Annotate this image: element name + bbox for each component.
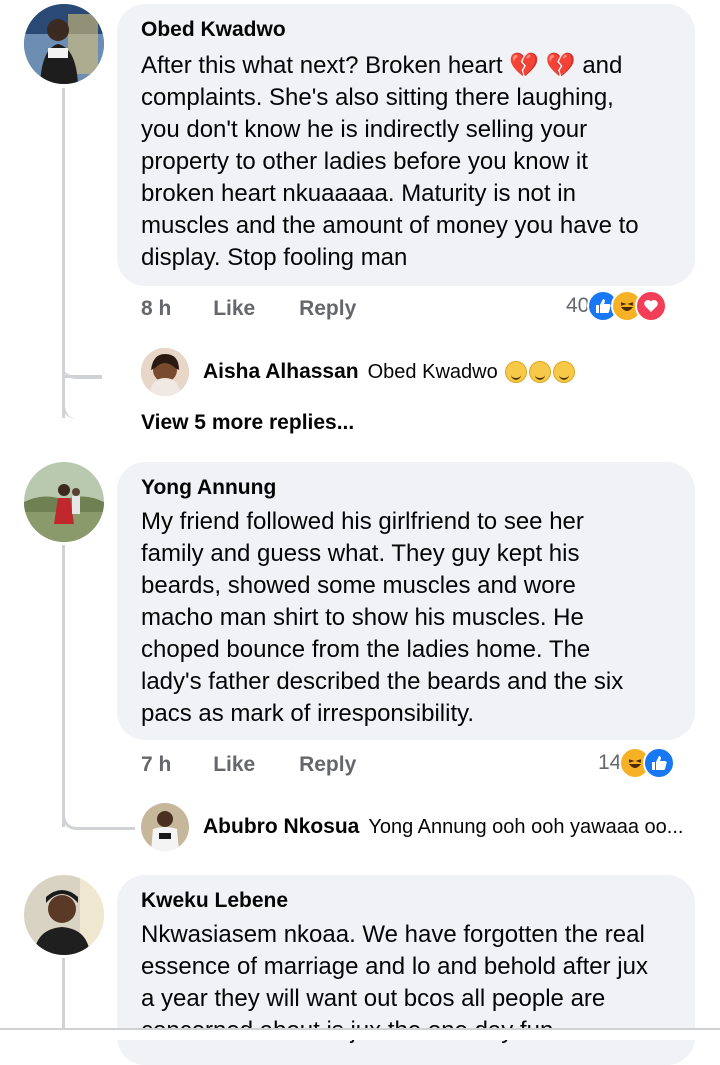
avatar[interactable] bbox=[24, 875, 104, 955]
divider bbox=[0, 1028, 720, 1030]
comment-line: My friend followed his girlfriend to see… bbox=[141, 508, 584, 535]
comment-author[interactable]: Kweku Lebene bbox=[141, 889, 671, 913]
comment-line: you don't know he is indirectly selling … bbox=[141, 116, 588, 143]
thread-line bbox=[62, 958, 65, 1028]
broken-heart-icon: 💔 bbox=[509, 52, 540, 79]
reaction-count: 40 bbox=[566, 294, 590, 317]
reaction-summary[interactable]: 14 bbox=[598, 747, 676, 779]
comment-line: After this what next? Broken heart 💔 💔 a… bbox=[141, 52, 623, 79]
reply-text: Obed Kwadwo bbox=[368, 361, 576, 384]
timestamp[interactable]: 8 h bbox=[141, 297, 171, 321]
comment-text: After this what next? Broken heart 💔 💔 a… bbox=[141, 50, 671, 274]
comment-line: display. Stop fooling man bbox=[141, 244, 408, 271]
reply-connector bbox=[62, 330, 102, 379]
grinning-face-icon bbox=[505, 361, 528, 384]
reaction-summary[interactable]: 40 bbox=[566, 290, 668, 322]
reaction-count: 14 bbox=[598, 751, 622, 774]
comment-line: macho man shirt to show his muscles. He bbox=[141, 604, 584, 631]
reply-preview[interactable]: Abubro Nkosua Yong Annung ooh ooh yawaaa… bbox=[141, 803, 683, 851]
comment-line: choped bounce from the ladies home. The bbox=[141, 636, 591, 663]
broken-heart-icon: 💔 bbox=[545, 52, 576, 79]
bottom-mask bbox=[0, 1030, 720, 1040]
comment-text: My friend followed his girlfriend to see… bbox=[141, 506, 671, 730]
comment-actions: 8 h Like Reply bbox=[141, 297, 356, 321]
comment-line: essence of marriage and lo and behold af… bbox=[141, 953, 648, 980]
comment-line: muscles and the amount of money you have… bbox=[141, 212, 639, 239]
avatar[interactable] bbox=[141, 348, 189, 396]
comment-line: Nkwasiasem nkoaa. We have forgotten the … bbox=[141, 921, 645, 948]
reply-author[interactable]: Abubro Nkosua bbox=[203, 815, 359, 839]
grinning-face-icon bbox=[553, 361, 576, 384]
avatar[interactable] bbox=[141, 803, 189, 851]
love-icon bbox=[635, 290, 668, 322]
grinning-face-icon bbox=[529, 361, 552, 384]
comment-author[interactable]: Obed Kwadwo bbox=[141, 18, 671, 42]
reply-button[interactable]: Reply bbox=[299, 753, 356, 777]
like-icon bbox=[643, 747, 676, 779]
comment-line: pacs as mark of irresponsibility. bbox=[141, 700, 474, 727]
view-more-connector bbox=[62, 375, 125, 419]
reply-author[interactable]: Aisha Alhassan bbox=[203, 360, 359, 384]
like-button[interactable]: Like bbox=[213, 753, 255, 777]
comment-line: a year they will want out bcos all peopl… bbox=[141, 985, 606, 1012]
comment-bubble: Yong Annung My friend followed his girlf… bbox=[117, 462, 695, 740]
comment-actions: 7 h Like Reply bbox=[141, 753, 356, 777]
comment-line: complaints. She's also sitting there lau… bbox=[141, 84, 614, 111]
reply-preview[interactable]: Aisha Alhassan Obed Kwadwo bbox=[141, 348, 576, 396]
comment-line: family and guess what. They guy kept his bbox=[141, 540, 580, 567]
comment-author[interactable]: Yong Annung bbox=[141, 476, 671, 500]
comment-line: beards, showed some muscles and wore bbox=[141, 572, 576, 599]
comment-line: broken heart nkuaaaaa. Maturity is not i… bbox=[141, 180, 576, 207]
avatar[interactable] bbox=[24, 462, 104, 542]
comment-bubble: Obed Kwadwo After this what next? Broken… bbox=[117, 4, 695, 286]
reply-button[interactable]: Reply bbox=[299, 297, 356, 321]
comment-line: property to other ladies before you know… bbox=[141, 148, 588, 175]
comment-line: lady's father described the beards and t… bbox=[141, 668, 624, 695]
avatar[interactable] bbox=[24, 4, 104, 84]
view-more-replies[interactable]: View 5 more replies... bbox=[141, 411, 354, 435]
reply-mention[interactable]: Obed Kwadwo bbox=[368, 361, 498, 383]
timestamp[interactable]: 7 h bbox=[141, 753, 171, 777]
reply-connector bbox=[62, 785, 135, 830]
reply-text: Yong Annung ooh ooh yawaaa oo... bbox=[368, 815, 684, 838]
like-button[interactable]: Like bbox=[213, 297, 255, 321]
